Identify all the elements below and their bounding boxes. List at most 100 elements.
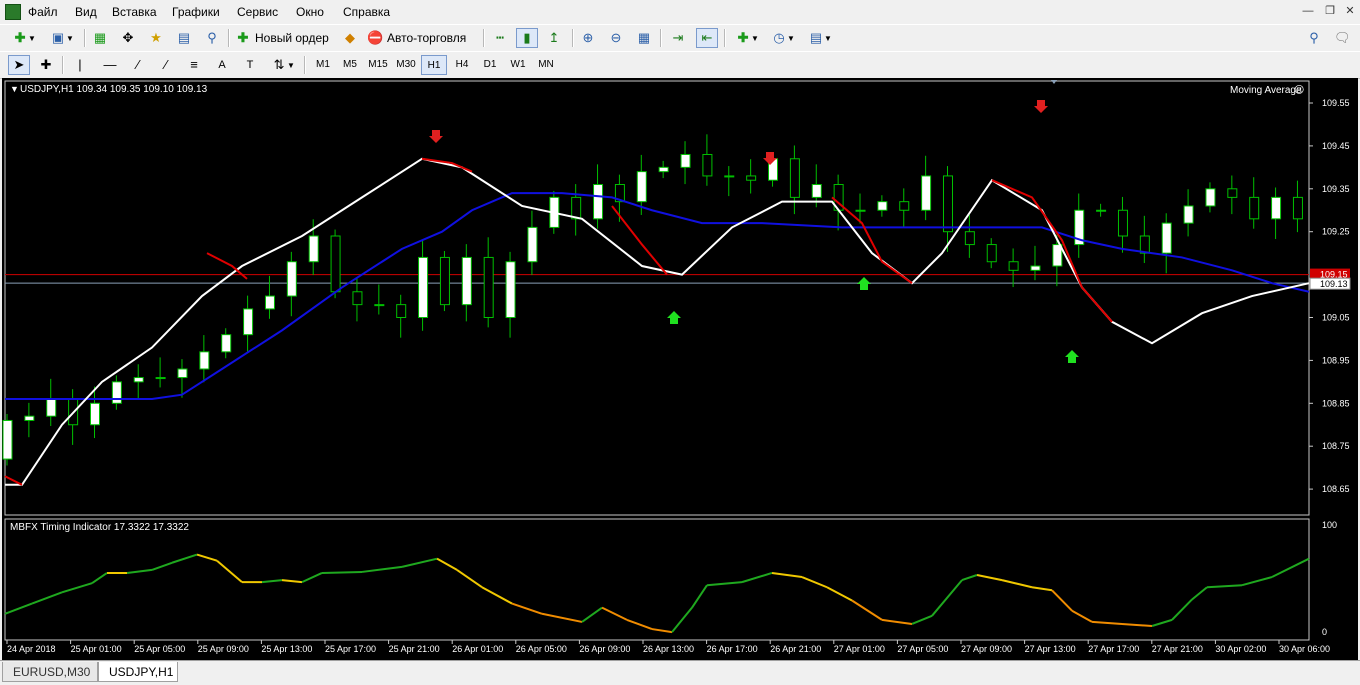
timeframe-h1[interactable]: H1: [421, 55, 447, 75]
menu-insert[interactable]: Вставка: [112, 5, 157, 19]
fibonacci-button[interactable]: ≡: [184, 55, 204, 75]
navigator-button[interactable]: ★: [146, 28, 166, 48]
time-label: 27 Apr 09:00: [961, 644, 1012, 654]
minimize-icon[interactable]: —: [1300, 3, 1316, 19]
new-order-icon: ✚: [237, 30, 249, 45]
zoom-out-button[interactable]: ⊖: [606, 28, 626, 48]
auto-scroll-button[interactable]: ⇤: [696, 28, 718, 48]
price-label: 108.65: [1322, 484, 1350, 494]
timeframe-h4[interactable]: H4: [449, 55, 475, 75]
vertical-line-icon: |: [78, 57, 82, 72]
metaeditor-button[interactable]: ◆: [340, 28, 360, 48]
terminal-button[interactable]: ▤: [174, 28, 194, 48]
oscillator-segment: [321, 570, 363, 574]
time-label: 30 Apr 02:00: [1215, 644, 1266, 654]
candle-body: [308, 235, 319, 263]
candle-body: [964, 231, 975, 246]
candle-body: [877, 201, 888, 211]
candle-body: [1292, 196, 1303, 220]
strategy-tester-button[interactable]: ⚲: [202, 28, 222, 48]
chart-shift-button[interactable]: ⇥: [668, 28, 688, 48]
zoom-in-button[interactable]: ⊕: [578, 28, 598, 48]
restore-icon[interactable]: ❐: [1322, 3, 1338, 19]
text-icon: A: [218, 59, 226, 71]
data-window-button[interactable]: ✥: [118, 28, 138, 48]
chart-header-triangle-icon[interactable]: ▼: [10, 84, 19, 94]
candle-body: [1183, 205, 1194, 224]
profiles-button[interactable]: ▣ ▼: [46, 28, 78, 48]
time-label: 27 Apr 05:00: [897, 644, 948, 654]
time-label: 25 Apr 17:00: [325, 644, 376, 654]
menu-file[interactable]: Файл: [28, 5, 58, 19]
candle-body: [636, 171, 647, 203]
menu-tools[interactable]: Сервис: [237, 5, 278, 19]
vertical-line-button[interactable]: |: [70, 55, 90, 75]
menu-view[interactable]: Вид: [75, 5, 97, 19]
text-label-icon: T: [246, 59, 254, 71]
indicators-button[interactable]: ✚ ▼: [731, 28, 763, 48]
auto-trading-stop-icon: ⛔: [367, 30, 384, 45]
new-chart-icon: ✚: [14, 30, 26, 45]
horizontal-line-button[interactable]: —: [100, 55, 120, 75]
time-label: 24 Apr 2018: [7, 644, 56, 654]
auto-trading-label: Авто-торговля: [387, 31, 467, 45]
tab-usdjpy-h1[interactable]: USDJPY,H1: [98, 662, 178, 682]
timeframe-m30[interactable]: M30: [393, 55, 419, 75]
time-label: 26 Apr 21:00: [770, 644, 821, 654]
line-chart-button[interactable]: ↥: [544, 28, 564, 48]
candle-body: [1227, 188, 1238, 198]
candle-body: [1096, 209, 1107, 212]
auto-trading-button[interactable]: ⛔ Авто-торговля: [367, 28, 477, 48]
menu-help[interactable]: Справка: [343, 5, 390, 19]
tab-eurusd-m30[interactable]: EURUSD,M30: [2, 662, 98, 682]
candle-body: [46, 398, 57, 417]
standard-toolbar: ✚ ▼ ▣ ▼ ▦ ✥ ★ ▤ ⚲ ✚ Новый ордер ◆ ⛔ Авто-тор…: [0, 24, 1360, 52]
text-button[interactable]: A: [212, 55, 232, 75]
fibonacci-icon: ≡: [190, 57, 198, 72]
timeframe-m1[interactable]: M1: [310, 55, 336, 75]
cursor-arrow-icon: ➤: [13, 57, 25, 72]
cursor-button[interactable]: ➤: [8, 55, 30, 75]
timeframe-m5[interactable]: M5: [337, 55, 363, 75]
price-label: 109.35: [1322, 184, 1350, 194]
timeframe-mn[interactable]: MN: [533, 55, 559, 75]
crosshair-button[interactable]: ✚: [36, 55, 56, 75]
text-label-button[interactable]: T: [240, 55, 260, 75]
menu-charts[interactable]: Графики: [172, 5, 220, 19]
candle-body: [1117, 209, 1128, 237]
time-label: 25 Apr 01:00: [71, 644, 122, 654]
new-order-button[interactable]: ✚ Новый ордер: [235, 28, 335, 48]
search-button[interactable]: ⚲: [1304, 28, 1324, 48]
market-watch-button[interactable]: ▦: [90, 28, 110, 48]
timeframe-m15[interactable]: M15: [365, 55, 391, 75]
auto-scroll-icon: ⇤: [701, 30, 713, 45]
candle-body: [1271, 196, 1282, 220]
candle-body: [221, 334, 232, 353]
trendline-button[interactable]: ∕: [128, 55, 148, 75]
tile-windows-button[interactable]: ▦: [634, 28, 654, 48]
candle-body: [942, 175, 953, 233]
timeframe-d1[interactable]: D1: [477, 55, 503, 75]
arrows-button[interactable]: ⇅ ▼: [268, 55, 298, 75]
candle-body: [352, 291, 363, 306]
candle-body: [330, 235, 341, 293]
bar-chart-button[interactable]: ┅: [490, 28, 510, 48]
search-icon: ⚲: [1309, 30, 1319, 45]
candle-body: [724, 175, 735, 178]
chart-window[interactable]: 109.55 109.45 109.35 109.25 109.05 108.95 108.…: [2, 78, 1358, 660]
zoom-out-icon: ⊖: [610, 30, 622, 45]
close-icon[interactable]: ✕: [1342, 3, 1358, 19]
time-label: 26 Apr 01:00: [452, 644, 503, 654]
candlestick-chart-button[interactable]: ▮: [516, 28, 538, 48]
chat-button[interactable]: 🗨: [1330, 28, 1354, 48]
price-chart[interactable]: 109.55 109.45 109.35 109.25 109.05 108.95 108.…: [2, 78, 1358, 660]
new-chart-button[interactable]: ✚ ▼: [8, 28, 40, 48]
templates-button[interactable]: ▤ ▼: [804, 28, 836, 48]
channel-button[interactable]: ⁄: [156, 55, 176, 75]
candle-body: [1205, 188, 1216, 207]
candle-body: [658, 166, 669, 173]
periods-button[interactable]: ◷ ▼: [767, 28, 799, 48]
menu-window[interactable]: Окно: [296, 5, 324, 19]
equidistant-channel-icon: ⁄: [164, 57, 168, 72]
timeframe-w1[interactable]: W1: [505, 55, 531, 75]
